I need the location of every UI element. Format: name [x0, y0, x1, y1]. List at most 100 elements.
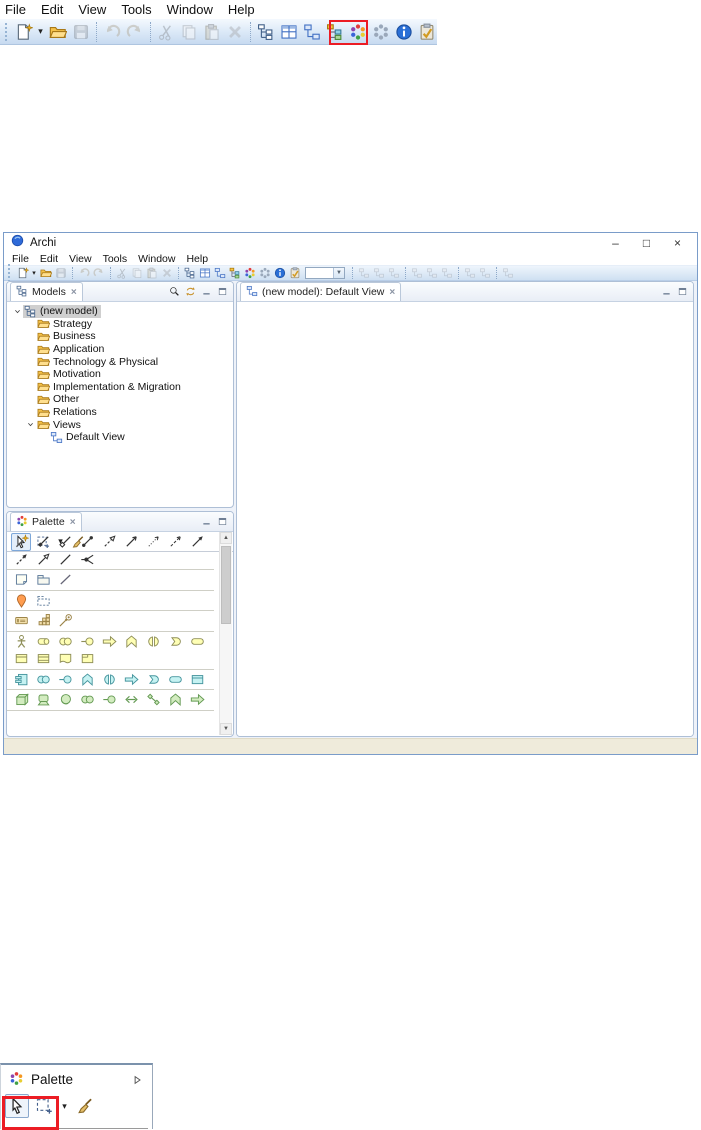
chevron-down-icon[interactable]: ▼	[333, 268, 344, 278]
menu-file[interactable]: File	[12, 253, 29, 265]
maximize-icon[interactable]	[217, 516, 228, 527]
new-dropdown-icon[interactable]: ▾	[30, 269, 38, 277]
tab-palette[interactable]: Palette ×	[10, 512, 82, 531]
minimize-icon[interactable]	[201, 286, 212, 297]
menu-tools[interactable]: Tools	[103, 253, 128, 265]
menu-window[interactable]: Window	[138, 253, 175, 265]
outline-view-button[interactable]	[300, 20, 323, 44]
minimize-button[interactable]: –	[600, 236, 631, 250]
composition-tool[interactable]	[32, 534, 54, 549]
tree-item-views[interactable]: Views	[7, 418, 233, 431]
data-object-tool[interactable]	[186, 672, 208, 687]
ghost-button[interactable]	[409, 266, 424, 280]
resource-tool[interactable]	[10, 613, 32, 628]
business-service-tool[interactable]	[186, 634, 208, 649]
new-dropdown-icon[interactable]: ▾	[35, 26, 46, 37]
tree-item-business[interactable]: Business	[7, 330, 233, 343]
cutoff-tool[interactable]	[76, 713, 98, 718]
open-model-button[interactable]	[38, 266, 53, 280]
sketch-view-button[interactable]	[257, 266, 272, 280]
grouping-tool[interactable]	[32, 593, 54, 608]
tree-item-other[interactable]: Other	[7, 393, 233, 406]
cutoff-tool[interactable]	[54, 713, 76, 718]
new-model-button[interactable]	[12, 20, 35, 44]
menu-edit[interactable]: Edit	[40, 253, 58, 265]
undo-button[interactable]	[76, 266, 91, 280]
cut-button[interactable]	[154, 20, 177, 44]
menu-window[interactable]: Window	[167, 2, 213, 17]
application-service-tool[interactable]	[164, 672, 186, 687]
zoom-combo[interactable]: ▼	[305, 267, 345, 279]
note-tool[interactable]	[10, 572, 32, 587]
capability-tool[interactable]	[32, 613, 54, 628]
system-software-tool[interactable]	[54, 692, 76, 707]
chevron-down-icon[interactable]	[12, 307, 23, 316]
assignment-tool[interactable]	[76, 534, 98, 549]
expand-right-icon[interactable]	[131, 1074, 143, 1086]
undo-button[interactable]	[100, 20, 123, 44]
business-event-tool[interactable]	[164, 634, 186, 649]
communication-network-tool[interactable]	[142, 692, 164, 707]
redo-button[interactable]	[123, 20, 146, 44]
maximize-icon[interactable]	[677, 286, 688, 297]
scroll-down-icon[interactable]: ▼	[220, 723, 232, 735]
open-model-button[interactable]	[46, 20, 69, 44]
new-model-button[interactable]	[15, 266, 30, 280]
junction-tool[interactable]	[76, 552, 98, 567]
properties-view-button[interactable]	[277, 20, 300, 44]
paste-button[interactable]	[200, 20, 223, 44]
tree-item-default-view[interactable]: Default View	[7, 431, 233, 444]
properties-view-button[interactable]	[197, 266, 212, 280]
minimize-icon[interactable]	[201, 516, 212, 527]
tree-item-strategy[interactable]: Strategy	[7, 318, 233, 331]
application-interface-tool[interactable]	[54, 672, 76, 687]
close-button[interactable]: ×	[662, 236, 693, 250]
tree-item-motivation[interactable]: Motivation	[7, 368, 233, 381]
marquee-dropdown-icon[interactable]: ▾	[59, 1101, 70, 1112]
group-tool[interactable]	[32, 572, 54, 587]
tree-item-relations[interactable]: Relations	[7, 406, 233, 419]
redo-button[interactable]	[91, 266, 106, 280]
validator-button[interactable]	[415, 20, 438, 44]
node-tool[interactable]	[10, 692, 32, 707]
copy-button[interactable]	[177, 20, 200, 44]
business-object-tool[interactable]	[10, 651, 32, 666]
business-role-tool[interactable]	[32, 634, 54, 649]
business-interaction-tool[interactable]	[142, 634, 164, 649]
business-actor-tool[interactable]	[10, 634, 32, 649]
tree-item-new-model[interactable]: (new model)	[7, 304, 233, 318]
access-tool[interactable]	[142, 534, 164, 549]
product-tool[interactable]	[76, 651, 98, 666]
application-event-tool[interactable]	[142, 672, 164, 687]
technology-function-tool[interactable]	[164, 692, 186, 707]
influence-tool[interactable]	[164, 534, 186, 549]
format-painter-tool[interactable]	[73, 1094, 97, 1118]
models-view-button[interactable]	[254, 20, 277, 44]
business-function-tool[interactable]	[120, 634, 142, 649]
business-collaboration-tool[interactable]	[54, 634, 76, 649]
application-component-tool[interactable]	[10, 672, 32, 687]
technology-interface-tool[interactable]	[98, 692, 120, 707]
business-interface-tool[interactable]	[76, 634, 98, 649]
tree-item-implementation-migration[interactable]: Implementation & Migration	[7, 381, 233, 394]
tree-item-application[interactable]: Application	[7, 343, 233, 356]
serving-tool[interactable]	[120, 534, 142, 549]
link-with-editor-icon[interactable]	[185, 286, 196, 297]
delete-button[interactable]	[159, 266, 174, 280]
triggering-tool[interactable]	[186, 534, 208, 549]
ghost-button[interactable]	[500, 266, 515, 280]
ghost-button[interactable]	[477, 266, 492, 280]
palette-scrollbar[interactable]: ▲ ▼	[219, 532, 232, 735]
menu-edit[interactable]: Edit	[41, 2, 63, 17]
application-function-tool[interactable]	[76, 672, 98, 687]
close-icon[interactable]: ×	[388, 287, 395, 298]
ghost-button[interactable]	[462, 266, 477, 280]
menu-tools[interactable]: Tools	[121, 2, 151, 17]
save-button[interactable]	[53, 266, 68, 280]
tab-models[interactable]: Models ×	[10, 282, 83, 301]
course-of-action-tool[interactable]	[54, 613, 76, 628]
contract-tool[interactable]	[32, 651, 54, 666]
representation-tool[interactable]	[54, 651, 76, 666]
application-interaction-tool[interactable]	[98, 672, 120, 687]
connection-line-tool[interactable]	[54, 572, 76, 587]
